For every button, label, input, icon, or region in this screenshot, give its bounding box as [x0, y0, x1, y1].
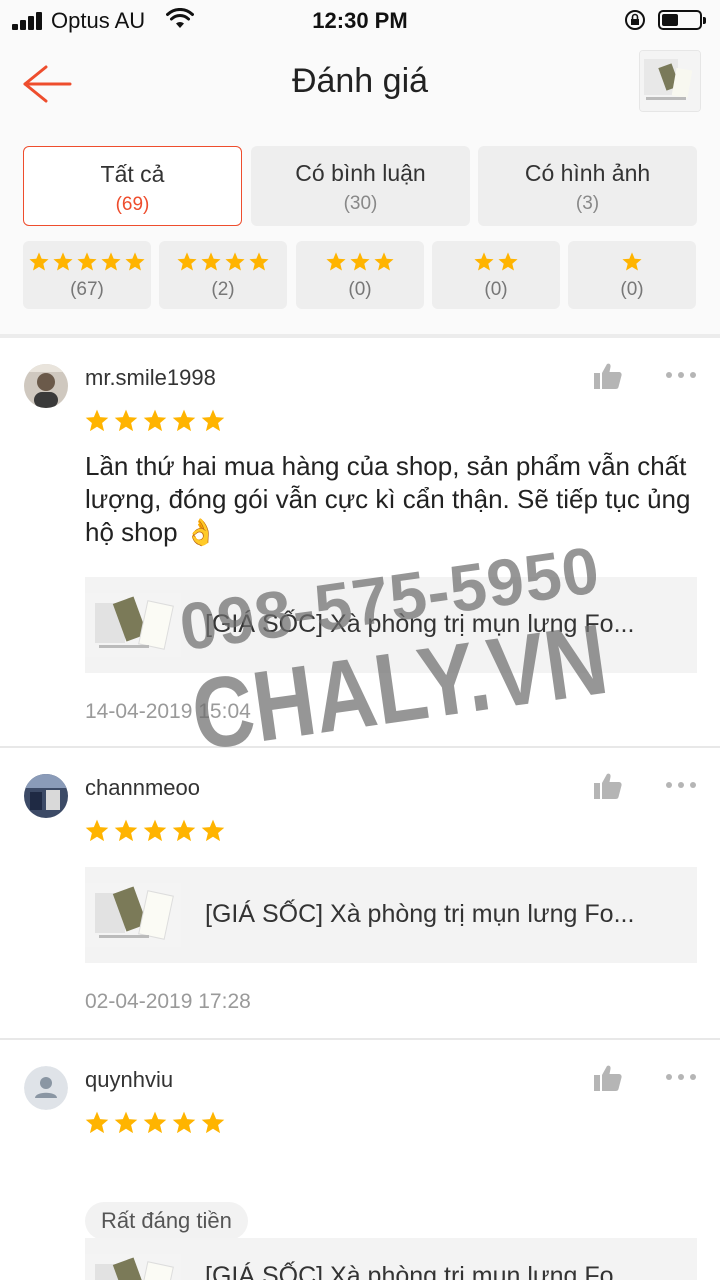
tab-with-comments[interactable]: Có bình luận (30) — [251, 146, 470, 226]
star-icon — [85, 1111, 109, 1134]
review-username[interactable]: mr.smile1998 — [85, 365, 216, 391]
star-icon — [125, 252, 145, 271]
star-icon — [85, 819, 109, 842]
star-filter-5[interactable]: (67) — [23, 241, 151, 309]
star-filter-count: (2) — [211, 279, 235, 300]
product-thumbnail[interactable] — [639, 50, 701, 112]
page-title: Đánh giá — [291, 62, 429, 100]
star-icon — [101, 252, 121, 271]
header: Đánh giá — [0, 40, 720, 126]
review-item: channmeoo [GIÁ SỐC] Xà phòng trị mụn lưn… — [0, 748, 720, 1038]
star-icon — [143, 1111, 167, 1134]
star-filter-2[interactable]: (0) — [432, 241, 560, 309]
tab-label: Có hình ảnh — [524, 160, 651, 186]
star-icon — [249, 252, 269, 271]
star-icon — [225, 252, 245, 271]
star-icon — [201, 1111, 225, 1134]
review-comment: Lần thứ hai mua hàng của shop, sản phẩm … — [85, 451, 691, 547]
review-product-link[interactable]: [GIÁ SỐC] Xà phòng trị mụn lưng Fo... — [85, 867, 697, 963]
review-product-link[interactable]: [GIÁ SỐC] Xà phòng trị mụn lưng Fo... — [85, 577, 697, 673]
review-product-link[interactable]: [GIÁ SỐC] Xà phòng trị mụn lưng Fo... — [85, 1238, 697, 1280]
review-rating — [84, 408, 229, 436]
star-filter-count: (0) — [348, 279, 372, 300]
star-filter-count: (67) — [70, 279, 104, 300]
review-username[interactable]: channmeoo — [85, 775, 200, 801]
tab-label: Có bình luận — [295, 160, 426, 186]
star-icon — [85, 409, 109, 432]
status-bar: Optus AU 12:30 PM — [0, 0, 720, 40]
tab-label: Tất cả — [100, 161, 165, 187]
star-icon — [201, 409, 225, 432]
more-options-icon[interactable] — [664, 1068, 698, 1086]
star-icon — [77, 252, 97, 271]
rotation-lock-icon — [625, 10, 645, 30]
review-item: mr.smile1998 Lần thứ hai mua hàng của sh… — [0, 338, 720, 746]
star-rating — [568, 251, 696, 275]
star-icon — [143, 819, 167, 842]
star-icon — [201, 819, 225, 842]
clock: 12:30 PM — [312, 8, 408, 33]
star-icon — [374, 252, 394, 271]
thumbs-up-icon[interactable] — [592, 1062, 624, 1094]
star-icon — [177, 252, 197, 271]
review-date: 02-04-2019 17:28 — [85, 990, 251, 1013]
product-name: [GIÁ SỐC] Xà phòng trị mụn lưng Fo... — [205, 610, 635, 638]
star-icon — [498, 252, 518, 271]
battery-icon — [658, 10, 706, 30]
star-rating — [432, 251, 560, 275]
review-tag: Rất đáng tiền — [85, 1202, 248, 1240]
review-date: 14-04-2019 15:04 — [85, 700, 251, 723]
tab-with-images[interactable]: Có hình ảnh (3) — [478, 146, 697, 226]
star-filter-4[interactable]: (2) — [159, 241, 287, 309]
star-filter-3[interactable]: (0) — [296, 241, 424, 309]
star-rating — [159, 251, 287, 275]
star-filter-1[interactable]: (0) — [568, 241, 696, 309]
product-image — [85, 593, 181, 657]
star-filter-count: (0) — [484, 279, 508, 300]
filter-panel: Tất cả (69) Có bình luận (30) Có hình ản… — [0, 126, 720, 334]
tab-count: (69) — [115, 194, 150, 215]
tab-count: (30) — [343, 193, 378, 214]
product-name: [GIÁ SỐC] Xà phòng trị mụn lưng Fo... — [205, 1262, 635, 1280]
thumbs-up-icon[interactable] — [592, 770, 624, 802]
star-rating — [23, 251, 151, 275]
thumbs-up-icon[interactable] — [592, 360, 624, 392]
star-filter-count: (0) — [620, 279, 644, 300]
star-icon — [350, 252, 370, 271]
star-icon — [326, 252, 346, 271]
star-icon — [201, 252, 221, 271]
more-options-icon[interactable] — [664, 776, 698, 794]
star-icon — [114, 819, 138, 842]
review-rating — [84, 1110, 229, 1138]
review-rating — [84, 818, 229, 846]
star-icon — [114, 409, 138, 432]
star-rating — [296, 251, 424, 275]
star-icon — [114, 1111, 138, 1134]
product-image — [85, 883, 181, 947]
star-icon — [474, 252, 494, 271]
star-icon — [53, 252, 73, 271]
star-icon — [622, 252, 642, 271]
avatar[interactable] — [24, 364, 68, 408]
avatar[interactable] — [24, 774, 68, 818]
star-icon — [172, 409, 196, 432]
star-icon — [172, 819, 196, 842]
tab-all[interactable]: Tất cả (69) — [23, 146, 242, 226]
star-icon — [29, 252, 49, 271]
default-avatar-icon[interactable] — [24, 1066, 68, 1110]
star-icon — [172, 1111, 196, 1134]
product-image — [85, 1254, 181, 1280]
star-icon — [143, 409, 167, 432]
review-item: quynhviu Rất đáng tiền [GIÁ SỐC] Xà phòn… — [0, 1040, 720, 1280]
tab-count: (3) — [575, 193, 600, 214]
more-options-icon[interactable] — [664, 366, 698, 384]
review-username[interactable]: quynhviu — [85, 1067, 173, 1093]
product-name: [GIÁ SỐC] Xà phòng trị mụn lưng Fo... — [205, 900, 635, 928]
